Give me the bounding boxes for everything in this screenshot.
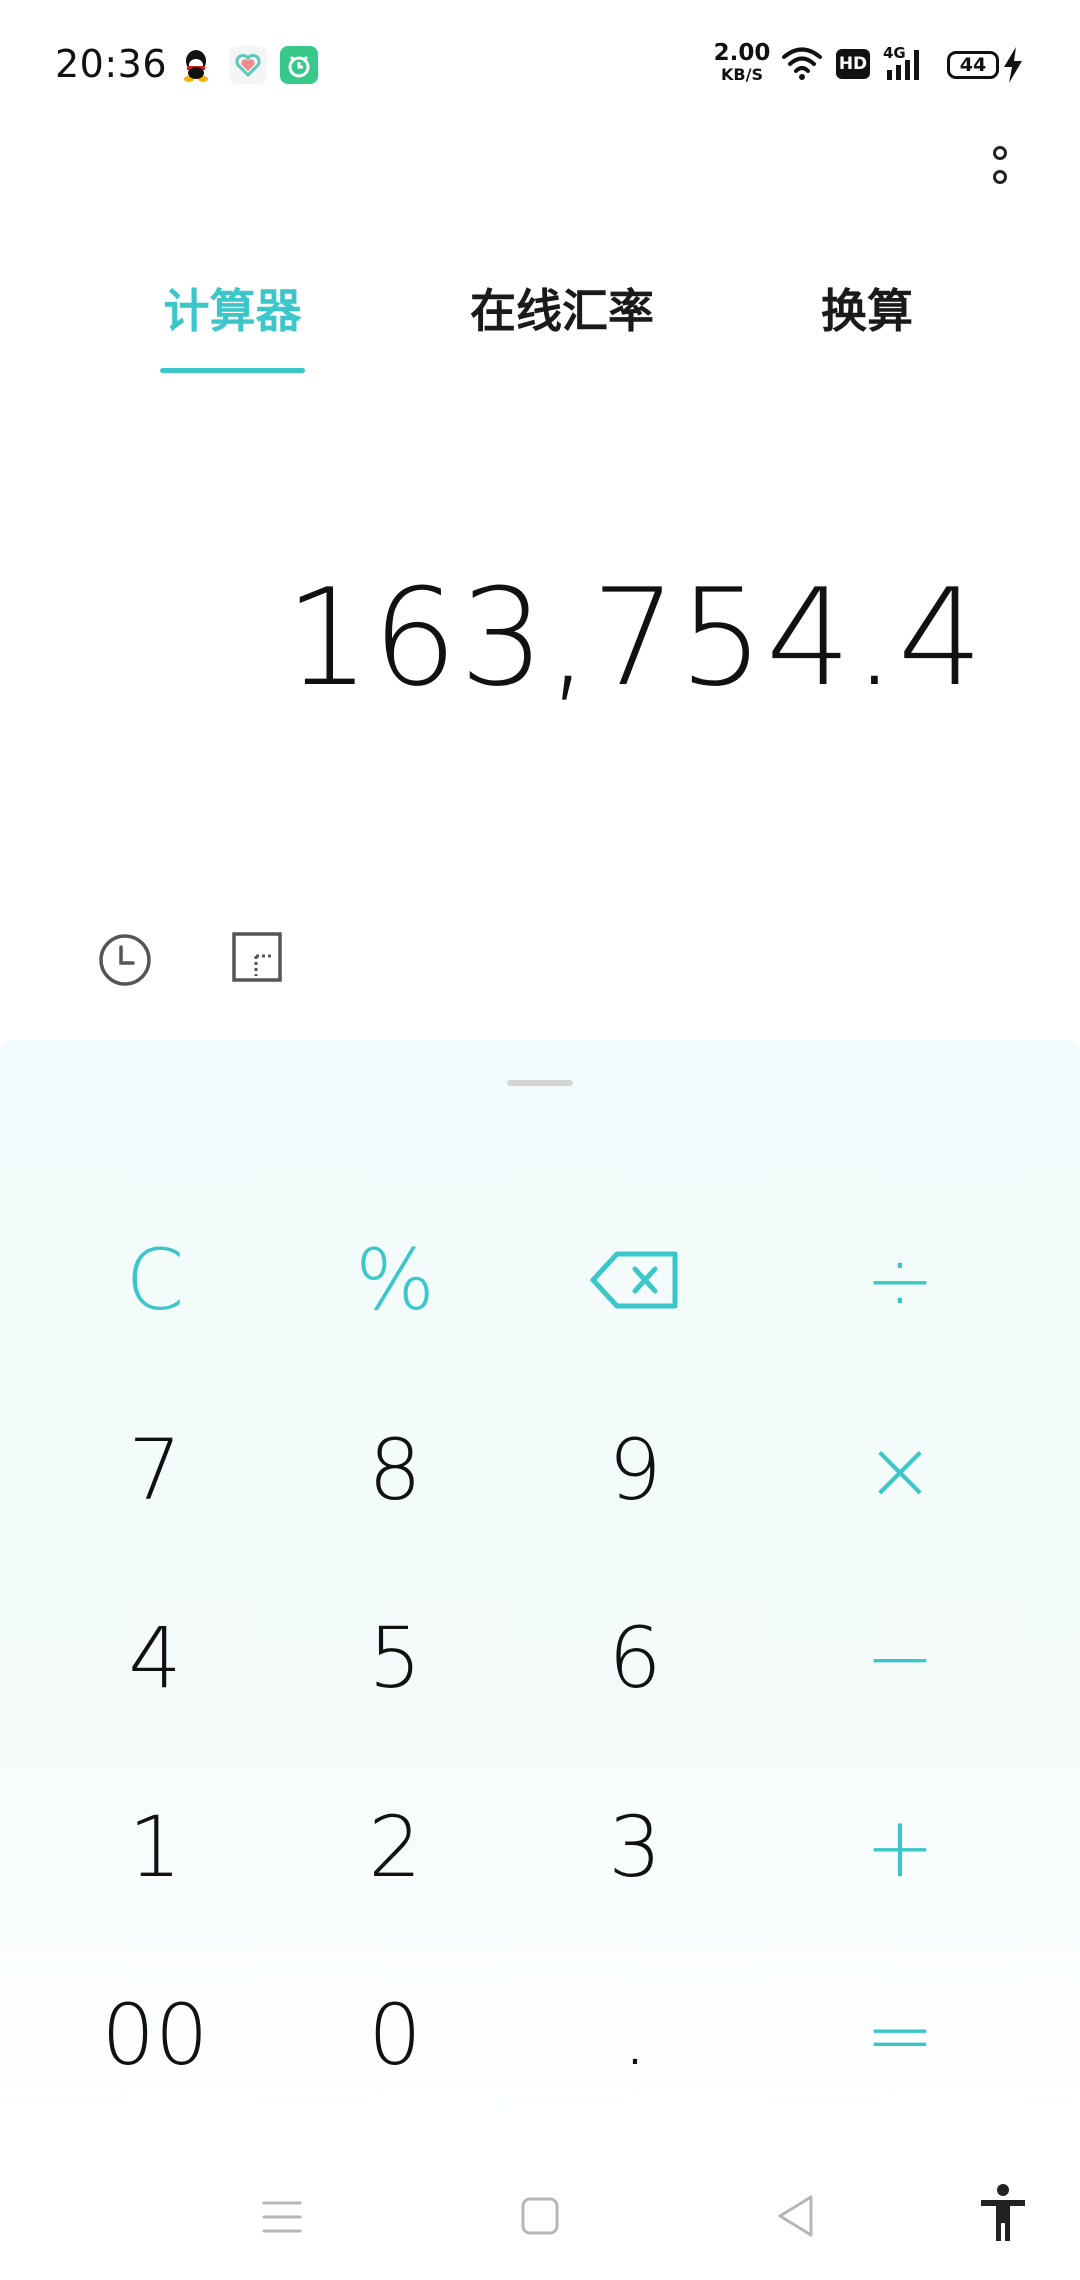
hd-icon: HD xyxy=(836,49,870,79)
active-tab-indicator xyxy=(160,368,305,373)
key-percent[interactable]: % xyxy=(275,1195,515,1365)
network-speed: 2.00 KB/S xyxy=(712,42,772,83)
more-dot-icon xyxy=(993,146,1007,160)
key-add[interactable]: + xyxy=(780,1762,1020,1932)
signal-4g-icon: 4G xyxy=(883,44,929,82)
keypad: C % ÷ 7 8 9 × 4 5 6 − 1 2 3 + 00 0 . = xyxy=(0,1040,1080,2140)
scientific-mode-button[interactable] xyxy=(232,932,282,982)
navigation-bar xyxy=(0,2155,1080,2280)
key-equals[interactable]: = xyxy=(780,1950,1020,2120)
accessibility-icon[interactable] xyxy=(978,2183,1028,2247)
home-icon[interactable] xyxy=(520,2196,560,2240)
battery-level: 44 xyxy=(959,54,987,76)
charging-icon xyxy=(1002,47,1024,87)
key-7[interactable]: 7 xyxy=(35,1385,275,1555)
battery-icon: 44 xyxy=(947,51,999,79)
key-subtract[interactable]: − xyxy=(780,1573,1020,1743)
backspace-icon xyxy=(590,1251,678,1309)
key-3[interactable]: 3 xyxy=(515,1762,755,1932)
back-icon[interactable] xyxy=(775,2193,815,2243)
history-button[interactable] xyxy=(97,932,153,988)
network-speed-unit: KB/S xyxy=(721,65,763,84)
tab-bar: 计算器 在线汇率 换算 xyxy=(0,265,1080,385)
more-options-button[interactable] xyxy=(976,142,1024,198)
key-6[interactable]: 6 xyxy=(515,1573,755,1743)
key-5[interactable]: 5 xyxy=(275,1573,515,1743)
key-backspace[interactable] xyxy=(515,1195,755,1365)
status-time: 20:36 xyxy=(55,42,168,86)
key-divide[interactable]: ÷ xyxy=(780,1195,1020,1365)
scientific-mode-icon xyxy=(232,932,282,982)
key-decimal[interactable]: . xyxy=(515,1950,755,2120)
wifi-icon xyxy=(782,46,822,84)
key-0[interactable]: 0 xyxy=(275,1950,515,2120)
key-4[interactable]: 4 xyxy=(35,1573,275,1743)
key-clear[interactable]: C xyxy=(35,1195,275,1365)
result-display: 163,754.4 xyxy=(285,560,985,716)
hd-label: HD xyxy=(838,54,868,74)
key-1[interactable]: 1 xyxy=(35,1762,275,1932)
health-icon xyxy=(229,46,267,84)
more-dot-icon xyxy=(993,170,1007,184)
key-8[interactable]: 8 xyxy=(275,1385,515,1555)
qq-icon xyxy=(177,46,215,84)
tab-calculator[interactable]: 计算器 xyxy=(160,275,305,341)
clock-icon xyxy=(99,934,151,986)
tab-exchange-rate[interactable]: 在线汇率 xyxy=(462,275,662,341)
status-bar: 20:36 2.00 KB/S HD 4G 44 xyxy=(0,0,1080,130)
key-double-zero[interactable]: 00 xyxy=(35,1950,275,2120)
menu-icon[interactable] xyxy=(262,2199,302,2239)
key-9[interactable]: 9 xyxy=(515,1385,755,1555)
keypad-drag-handle[interactable] xyxy=(507,1080,573,1086)
key-2[interactable]: 2 xyxy=(275,1762,515,1932)
alarm-app-icon xyxy=(280,46,318,84)
key-multiply[interactable]: × xyxy=(780,1385,1020,1555)
network-speed-value: 2.00 xyxy=(713,40,771,66)
tab-conversion[interactable]: 换算 xyxy=(812,275,922,341)
